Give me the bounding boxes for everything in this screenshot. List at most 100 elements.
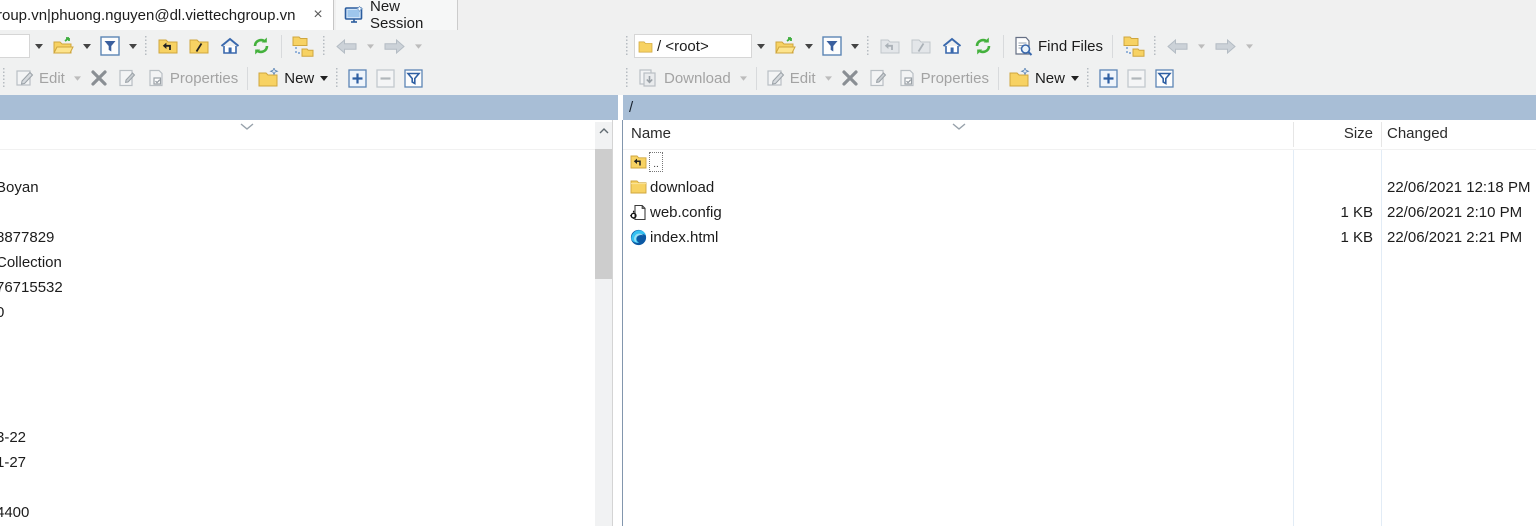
file-changed: 22/06/2021 12:18 PM [1387, 179, 1531, 196]
parent-directory-icon[interactable] [153, 33, 183, 59]
home-directory-icon[interactable] [215, 33, 245, 59]
file-row[interactable]: download 22/06/2021 12:18 PM [623, 175, 1536, 200]
download-label: Download [664, 69, 731, 87]
remote-directory-caret[interactable] [753, 41, 769, 52]
back-icon [331, 36, 362, 57]
sort-ascending-icon [952, 123, 966, 130]
column-header-name[interactable]: Name [631, 125, 671, 142]
tab-session-active[interactable]: roup.vn|phuong.nguyen@dl.viettechgroup.v… [0, 0, 334, 30]
filter-icon[interactable] [96, 33, 124, 59]
filter-toggle-icon[interactable] [400, 66, 427, 91]
right-path-label: / [629, 99, 634, 116]
increase-font-icon[interactable] [1095, 66, 1122, 91]
left-column-header[interactable] [0, 120, 612, 150]
folder-icon [630, 179, 647, 196]
left-drive-combo[interactable] [0, 34, 30, 58]
remote-file-panel: Name Size Changed .. download 22/06/2021 1… [622, 120, 1536, 526]
find-files-button[interactable]: Find Files [1009, 33, 1107, 60]
toolbar-area: / <root> Find Files Edit Properties New … [0, 30, 1536, 95]
download-button: Download [634, 65, 735, 91]
open-directory-caret[interactable] [801, 41, 817, 52]
back-caret [363, 41, 378, 52]
column-header-size[interactable]: Size [1344, 125, 1373, 142]
left-scrollbar[interactable] [595, 122, 612, 526]
clipped-file-name[interactable]: 1-27 [0, 450, 26, 475]
file-name[interactable]: download [650, 175, 714, 200]
focused-file-name[interactable]: .. [649, 152, 663, 172]
home-directory-icon[interactable] [937, 33, 967, 59]
toolbar-grip[interactable] [625, 36, 631, 56]
filter-caret[interactable] [847, 41, 863, 52]
properties-label: Properties [169, 69, 239, 87]
winscp-window: roup.vn|phuong.nguyen@dl.viettechgroup.v… [0, 0, 1536, 526]
new-session-label: New Session [370, 0, 424, 32]
file-row[interactable]: index.html 1 KB 22/06/2021 2:21 PM [623, 225, 1536, 250]
toolbar-grip[interactable] [1085, 68, 1092, 88]
root-directory-icon[interactable] [184, 33, 214, 59]
remote-directory-combo[interactable]: / <root> [634, 34, 752, 58]
forward-caret [411, 41, 426, 52]
edit-label: Edit [789, 69, 816, 87]
toolbar-grip[interactable] [625, 68, 631, 88]
explore-directory-tree-icon[interactable] [1118, 32, 1150, 60]
session-tab-title: roup.vn|phuong.nguyen@dl.viettechgroup.v… [0, 6, 296, 24]
increase-font-icon[interactable] [344, 66, 371, 91]
toolbar-grip[interactable] [144, 36, 150, 56]
clipped-file-name[interactable]: Collection [0, 250, 62, 275]
clipped-file-name[interactable]: 3-22 [0, 425, 26, 450]
new-label: New [284, 69, 315, 87]
file-changed: 22/06/2021 2:10 PM [1387, 204, 1523, 221]
new-button[interactable]: New [1004, 65, 1083, 91]
right-location-toolbar: / <root> Find Files [623, 30, 1536, 62]
scrollbar-thumb[interactable] [595, 149, 612, 279]
back-icon [1162, 36, 1193, 57]
column-header-changed[interactable]: Changed [1387, 125, 1448, 142]
parent-folder-icon [630, 154, 647, 171]
edit-caret [821, 73, 836, 84]
file-name[interactable]: index.html [650, 225, 718, 250]
clipped-file-name[interactable]: 0 [0, 300, 4, 325]
new-button[interactable]: New [253, 65, 332, 91]
left-path-bar[interactable] [0, 95, 618, 120]
right-path-bar[interactable]: / [623, 95, 1536, 120]
file-row[interactable]: .. [623, 150, 1536, 175]
tab-new-session[interactable]: New Session [336, 0, 458, 32]
toolbar-grip[interactable] [866, 36, 872, 56]
local-file-panel: Boyan 8877829 Collection 76715532 0 3-22 1-27 4… [0, 120, 613, 526]
remote-directory-value: / <root> [657, 37, 709, 55]
left-drive-combo-caret[interactable] [31, 41, 47, 52]
toolbar-grip[interactable] [2, 68, 8, 88]
file-size: 1 KB [1340, 229, 1373, 246]
edit-button: Edit [762, 65, 820, 91]
toolbar-grip[interactable] [335, 68, 342, 88]
forward-caret [1242, 41, 1257, 52]
close-tab-icon[interactable]: × [308, 5, 328, 25]
clipped-file-name[interactable]: 4400 [0, 500, 29, 525]
clipped-file-name[interactable]: 76715532 [0, 275, 63, 300]
toolbar-grip[interactable] [1153, 36, 1160, 56]
explore-directory-tree-icon[interactable] [287, 32, 319, 60]
open-directory-icon[interactable] [48, 33, 78, 59]
filter-toggle-icon[interactable] [1151, 66, 1178, 91]
open-directory-caret[interactable] [79, 41, 95, 52]
sort-ascending-icon [240, 123, 254, 130]
file-row[interactable]: web.config 1 KB 22/06/2021 2:10 PM [623, 200, 1536, 225]
open-directory-icon[interactable] [770, 33, 800, 59]
properties-label: Properties [920, 69, 989, 87]
new-label: New [1034, 69, 1065, 87]
refresh-icon[interactable] [968, 33, 998, 59]
clipped-file-name[interactable]: 8877829 [0, 225, 54, 250]
filter-icon[interactable] [818, 33, 846, 59]
toolbar-grip[interactable] [322, 36, 328, 56]
edge-html-icon [630, 229, 647, 246]
clipped-file-name[interactable]: Boyan [0, 175, 39, 200]
filter-caret[interactable] [125, 41, 141, 52]
session-tab-bar: roup.vn|phuong.nguyen@dl.viettechgroup.v… [0, 0, 1536, 32]
scroll-up-icon[interactable] [595, 122, 612, 140]
download-caret [736, 73, 751, 84]
forward-icon [1210, 36, 1241, 57]
file-size: 1 KB [1340, 204, 1373, 221]
refresh-icon[interactable] [246, 33, 276, 59]
delete-icon [837, 66, 863, 90]
file-name[interactable]: web.config [650, 200, 722, 225]
